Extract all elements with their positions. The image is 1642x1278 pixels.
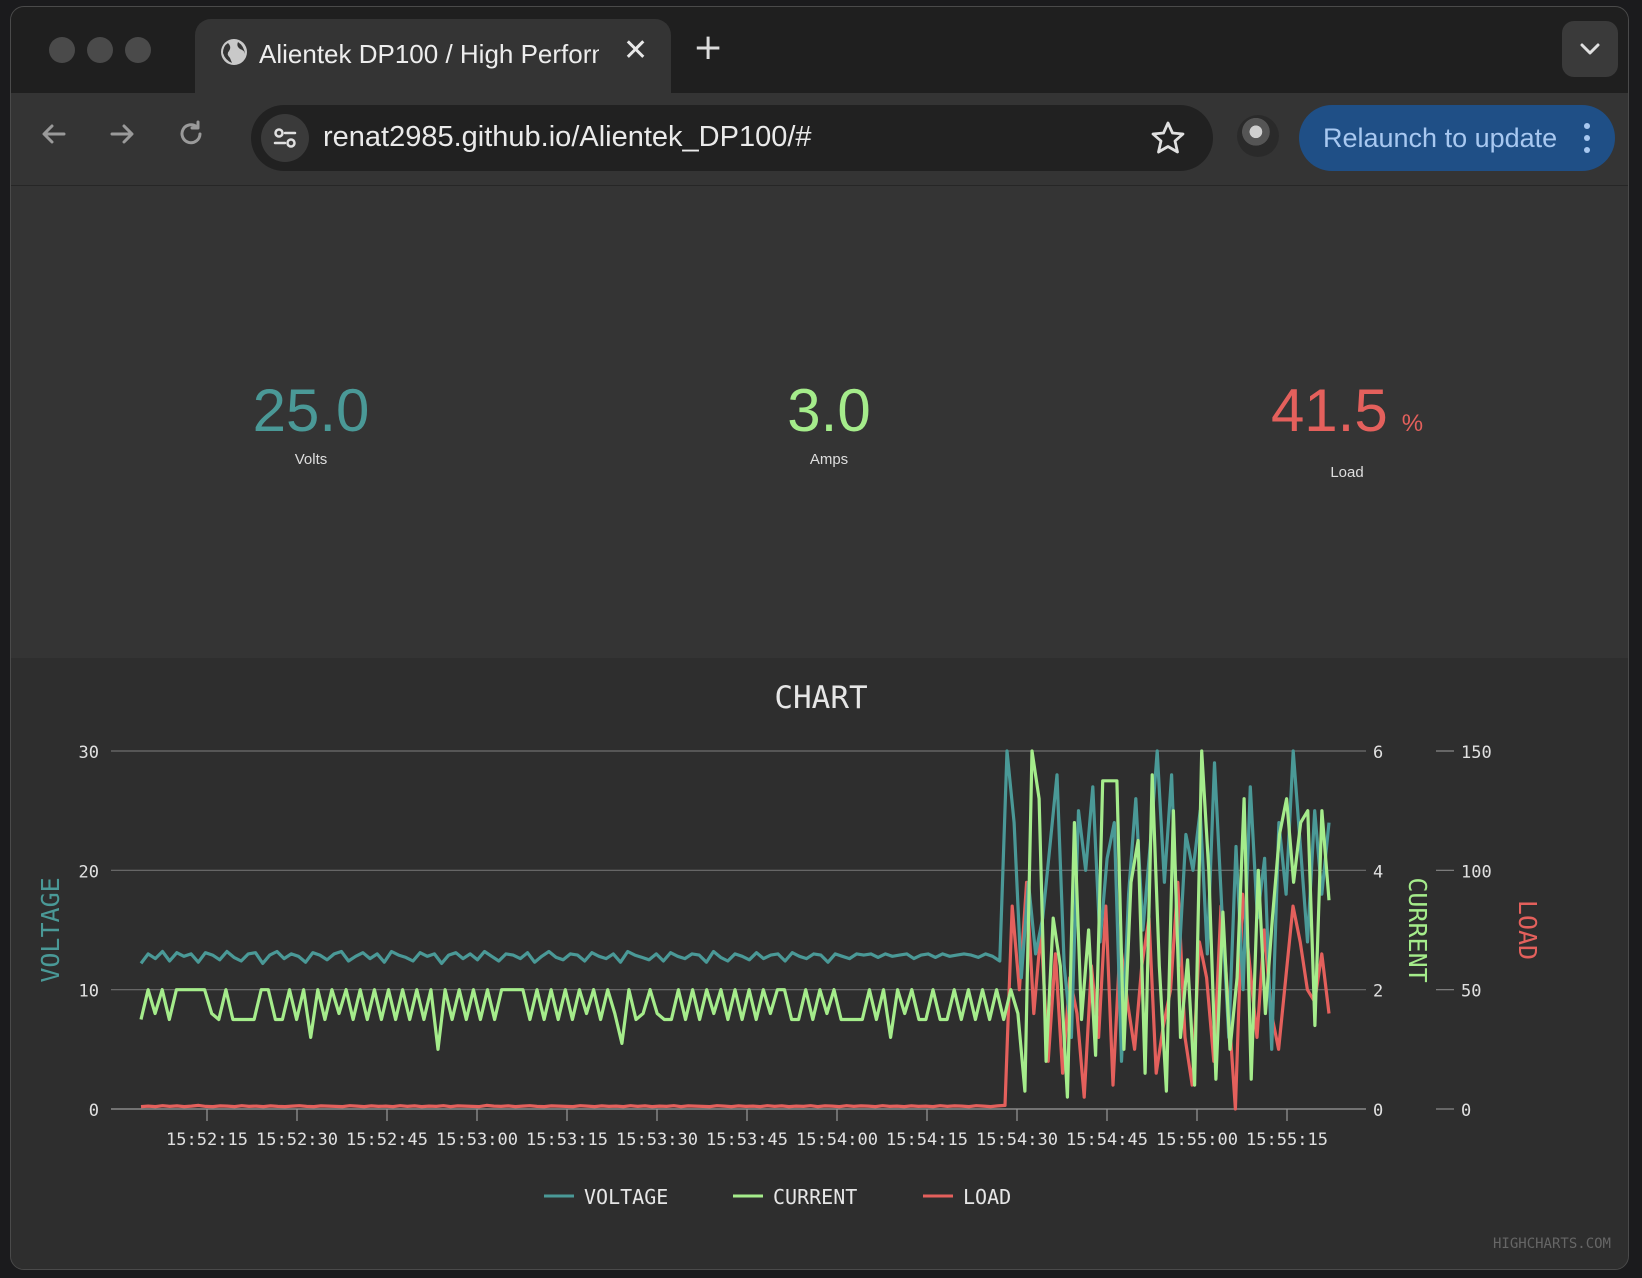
profile-avatar[interactable]: [1237, 115, 1279, 157]
chart-panel: CHART 0 10 20 30 VOLTAGE 0 2 4 6 CURRENT 0 50 100 150…: [11, 658, 1628, 1269]
x-tick-label: 15:53:30: [616, 1130, 698, 1150]
url-text[interactable]: renat2985.github.io/Alientek_DP100/#: [323, 121, 812, 154]
forward-icon[interactable]: [107, 119, 137, 153]
legend-item-voltage[interactable]: VOLTAGE: [544, 1185, 668, 1209]
address-bar[interactable]: renat2985.github.io/Alientek_DP100/#: [251, 105, 1213, 171]
current-tick-label: 0: [1373, 1101, 1383, 1121]
x-tick-label: 15:53:15: [526, 1130, 608, 1150]
x-tick-label: 15:54:30: [976, 1130, 1058, 1150]
legend-item-current[interactable]: CURRENT: [733, 1185, 857, 1209]
page-content: 25.0 Volts 3.0 Amps 41.5% Load CHART 0 10…: [11, 186, 1628, 1269]
load-tick-label: 50: [1461, 982, 1481, 1002]
toolbar: renat2985.github.io/Alientek_DP100/# Rel…: [11, 93, 1628, 186]
voltage-axis-title: VOLTAGE: [36, 877, 65, 982]
voltage-tick-label: 30: [79, 743, 99, 763]
x-tick-label: 15:52:45: [346, 1130, 428, 1150]
legend-item-load[interactable]: LOAD: [923, 1185, 1011, 1209]
tab-bar: Alientek DP100 / High Perform ✕ +: [11, 7, 1628, 93]
legend-label: VOLTAGE: [584, 1185, 668, 1209]
voltage-tick-label: 0: [89, 1101, 99, 1121]
chevron-down-icon: [1580, 43, 1600, 55]
chart-svg[interactable]: CHART 0 10 20 30 VOLTAGE 0 2 4 6 CURRENT 0 50 100 150…: [11, 658, 1628, 1268]
load-axis-title: LOAD: [1513, 900, 1542, 960]
voltage-tick-label: 20: [79, 862, 99, 882]
current-tick-label: 2: [1373, 982, 1383, 1002]
new-tab-icon[interactable]: +: [693, 27, 723, 68]
tab-title: Alientek DP100 / High Perform: [259, 39, 599, 69]
bookmark-star-icon[interactable]: [1149, 119, 1187, 161]
voltage-tick-label: 10: [79, 982, 99, 1002]
x-tick-label: 15:53:00: [436, 1130, 518, 1150]
current-label: Amps: [809, 451, 849, 468]
chart-legend[interactable]: VOLTAGE CURRENT LOAD: [544, 1185, 1011, 1209]
tab-active[interactable]: Alientek DP100 / High Perform ✕: [195, 19, 671, 93]
x-tick-label: 15:54:45: [1066, 1130, 1148, 1150]
site-settings-icon[interactable]: [261, 114, 309, 162]
minimize-window-button[interactable]: [87, 37, 113, 63]
chart-credit: HIGHCHARTS.COM: [1493, 1236, 1611, 1252]
maximize-window-button[interactable]: [125, 37, 151, 63]
legend-label: LOAD: [963, 1185, 1011, 1209]
load-tick-label: 150: [1461, 743, 1492, 763]
current-stat: 3.0 Amps: [629, 377, 1029, 469]
x-tick-label: 15:55:00: [1156, 1130, 1238, 1150]
tab-search-button[interactable]: [1562, 21, 1618, 77]
x-tick-label: 15:52:15: [166, 1130, 248, 1150]
browser-window: Alientek DP100 / High Perform ✕ + renat2…: [10, 6, 1629, 1270]
load-tick-label: 100: [1461, 862, 1492, 882]
globe-icon: [219, 37, 249, 71]
load-tick-label: 0: [1461, 1101, 1471, 1121]
relaunch-button[interactable]: Relaunch to update: [1299, 105, 1615, 171]
more-menu-icon[interactable]: [1581, 121, 1593, 159]
reload-icon[interactable]: [176, 119, 206, 153]
load-value: 41.5: [1270, 377, 1388, 444]
load-unit: %: [1401, 410, 1424, 437]
current-tick-label: 4: [1373, 862, 1383, 882]
load-label: Load: [1330, 464, 1364, 481]
current-value: 3.0: [787, 377, 871, 444]
legend-label: CURRENT: [773, 1185, 857, 1209]
current-axis-title: CURRENT: [1403, 877, 1432, 982]
relaunch-label: Relaunch to update: [1323, 123, 1558, 153]
voltage-stat: 25.0 Volts: [111, 377, 511, 469]
chart-series: [139, 749, 1331, 1111]
voltage-label: Volts: [294, 451, 328, 468]
close-tab-icon[interactable]: ✕: [623, 33, 648, 68]
load-stat: 41.5% Load: [1147, 381, 1547, 482]
stats-panel: 25.0 Volts 3.0 Amps 41.5% Load: [11, 186, 1628, 658]
voltage-value: 25.0: [252, 377, 370, 444]
close-window-button[interactable]: [49, 37, 75, 63]
chart-title: CHART: [774, 680, 867, 716]
back-icon[interactable]: [39, 119, 69, 153]
x-tick-label: 15:55:15: [1246, 1130, 1328, 1150]
x-tick-label: 15:53:45: [706, 1130, 788, 1150]
current-tick-label: 6: [1373, 743, 1383, 763]
x-tick-label: 15:52:30: [256, 1130, 338, 1150]
x-tick-label: 15:54:00: [796, 1130, 878, 1150]
x-tick-label: 15:54:15: [886, 1130, 968, 1150]
